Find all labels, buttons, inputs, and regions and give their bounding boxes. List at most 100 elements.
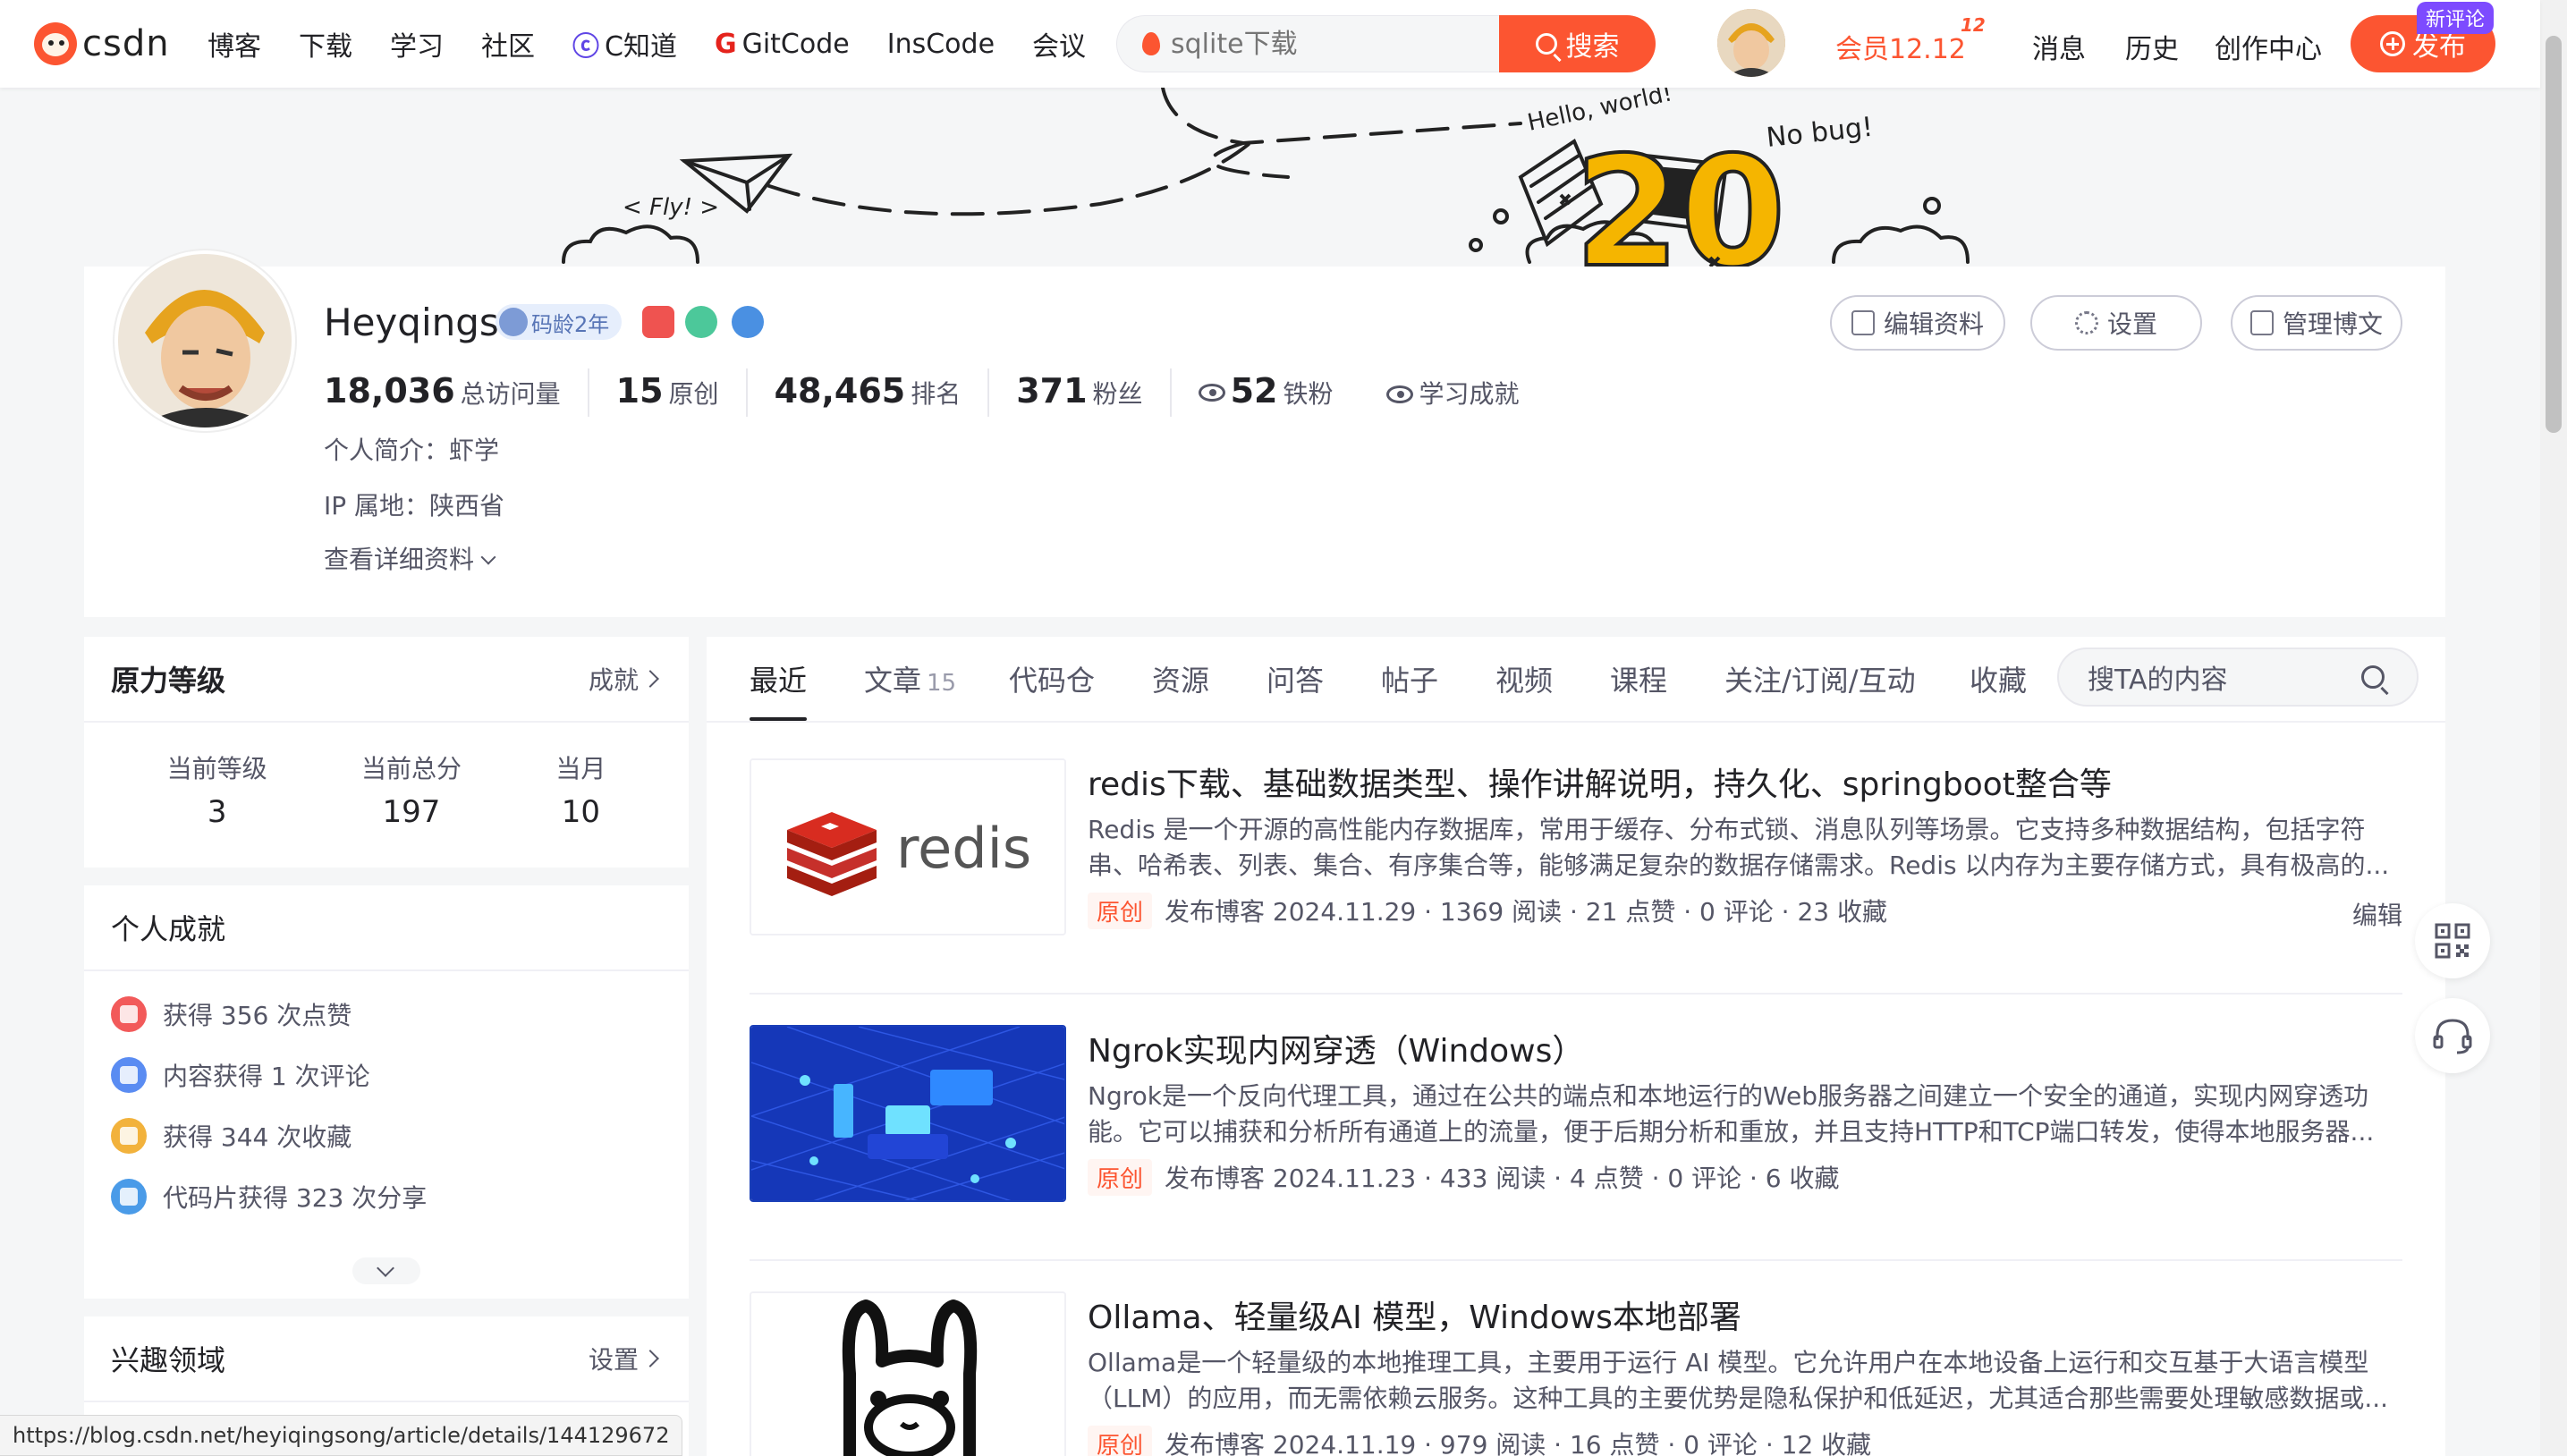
achievements-title: 个人成就 bbox=[111, 912, 226, 946]
user-content-search-placeholder: 搜TA的内容 bbox=[2088, 665, 2228, 696]
hot-flame-icon bbox=[1142, 32, 1160, 55]
article-item[interactable]: Ollama、轻量级AI 模型，Windows本地部署 Ollama是一个轻量级… bbox=[750, 1268, 2402, 1456]
view-details-label: 查看详细资料 bbox=[324, 545, 475, 574]
achievement-shares: 代码片获得 323 次分享 bbox=[163, 1183, 428, 1213]
article-item[interactable]: redis redis下载、基础数据类型、操作讲解说明，持久化、springbo… bbox=[750, 735, 2402, 995]
member-promo[interactable]: 会员12.12 bbox=[1835, 27, 1966, 66]
tab-videos[interactable]: 视频 bbox=[1495, 658, 1553, 699]
tab-favorites[interactable]: 收藏 bbox=[1970, 658, 2027, 699]
tab-code-repo[interactable]: 代码仓 bbox=[1009, 658, 1095, 699]
profile-ip: IP 属地：陕西省 bbox=[324, 491, 505, 521]
nav-link-learn[interactable]: 学习 bbox=[390, 24, 444, 63]
stat-fans[interactable]: 371 粉丝 bbox=[987, 368, 1169, 417]
tab-resources[interactable]: 资源 bbox=[1152, 658, 1209, 699]
qr-code-button[interactable] bbox=[2415, 903, 2490, 978]
stat-original-label: 原创 bbox=[668, 379, 719, 409]
expand-achievements-button[interactable] bbox=[352, 1257, 420, 1284]
comment-badge-icon bbox=[111, 1057, 147, 1093]
learning-achievement-link[interactable]: 学习成就 bbox=[1360, 372, 1546, 417]
history-link[interactable]: 历史 bbox=[2125, 27, 2179, 66]
nav-link-blog[interactable]: 博客 bbox=[208, 24, 261, 63]
article-desc: Ngrok是一个反向代理工具，通过在公共的端点和本地运行的Web服务器之间建立一… bbox=[1088, 1081, 2375, 1147]
article-title[interactable]: Ngrok实现内网穿透（Windows） bbox=[1088, 1025, 1584, 1071]
new-comment-badge[interactable]: 新评论 bbox=[2417, 2, 2495, 34]
search-input[interactable] bbox=[1171, 28, 1457, 60]
article-edit-link[interactable]: 编辑 bbox=[2352, 896, 2402, 932]
level-month-label: 当月 bbox=[555, 754, 606, 783]
stat-visits-label: 总访问量 bbox=[460, 379, 561, 409]
tab-qa[interactable]: 问答 bbox=[1267, 658, 1324, 699]
avatar[interactable] bbox=[1717, 9, 1785, 77]
nav-link-cknow[interactable]: ⓒ C知道 bbox=[572, 24, 677, 63]
customer-service-button[interactable] bbox=[2415, 998, 2490, 1073]
article-title[interactable]: redis下载、基础数据类型、操作讲解说明，持久化、springboot整合等 bbox=[1088, 758, 2112, 805]
stat-visits-num: 18,036 bbox=[324, 371, 455, 411]
article-meta: 原创 发布博客 2024.11.19 · 979 阅读 · 16 点赞 · 0 … bbox=[1088, 1424, 1871, 1456]
csdn-logo-icon bbox=[34, 22, 77, 65]
article-meta-text: 发布博客 2024.11.19 · 979 阅读 · 16 点赞 · 0 评论 … bbox=[1165, 1430, 1872, 1456]
tab-articles-label: 文章 bbox=[864, 664, 922, 698]
stat-fans-label: 粉丝 bbox=[1092, 379, 1143, 409]
level-current: 当前等级 3 bbox=[167, 749, 267, 830]
interests-settings-link[interactable]: 设置 bbox=[589, 1341, 657, 1376]
user-content-search[interactable]: 搜TA的内容 bbox=[2057, 648, 2419, 707]
achievement-item: 获得 356 次点赞 bbox=[84, 984, 689, 1045]
nav-link-gitcode[interactable]: G GitCode bbox=[715, 29, 850, 60]
achievements-card: 个人成就 获得 356 次点赞 内容获得 1 次评论 获得 344 次收藏 代码… bbox=[84, 885, 689, 1299]
like-badge-icon bbox=[111, 996, 147, 1032]
nav-link-download[interactable]: 下载 bbox=[299, 24, 352, 63]
nav-link-inscode[interactable]: InsCode bbox=[887, 29, 995, 60]
manage-posts-label: 管理博文 bbox=[2282, 309, 2383, 339]
banner-20-text: 20 bbox=[1574, 124, 1786, 267]
search-icon bbox=[2361, 665, 2385, 689]
interests-title: 兴趣领域 bbox=[111, 1343, 226, 1377]
achievements-list: 获得 356 次点赞 内容获得 1 次评论 获得 344 次收藏 代码片获得 3… bbox=[84, 971, 689, 1227]
tab-posts[interactable]: 帖子 bbox=[1381, 658, 1438, 699]
messages-link[interactable]: 消息 bbox=[2032, 27, 2086, 66]
achievement-badge-icon[interactable] bbox=[642, 306, 674, 338]
tab-articles[interactable]: 文章 15 bbox=[864, 658, 956, 699]
stat-iron-fans-num: 52 bbox=[1230, 371, 1278, 411]
search-button[interactable]: 搜索 bbox=[1499, 15, 1656, 72]
stat-visits: 18,036 总访问量 bbox=[324, 368, 588, 417]
scrollbar-thumb[interactable] bbox=[2546, 36, 2562, 433]
view-details-link[interactable]: 查看详细资料 bbox=[324, 540, 496, 576]
force-level-title: 原力等级 bbox=[111, 664, 226, 698]
rookie-badge-icon[interactable] bbox=[685, 306, 717, 338]
nav-link-meeting[interactable]: 会议 bbox=[1032, 24, 1086, 63]
stat-fans-num: 371 bbox=[1016, 371, 1088, 411]
csdn-logo[interactable]: csdn bbox=[34, 20, 170, 68]
settings-button[interactable]: 设置 bbox=[2030, 295, 2202, 351]
article-thumbnail-ngrok[interactable] bbox=[750, 1025, 1066, 1202]
honor-badge-icon[interactable] bbox=[732, 306, 764, 338]
gitcode-icon: G bbox=[714, 28, 737, 60]
achievements-header: 个人成就 bbox=[84, 885, 689, 971]
stat-rank-num: 48,465 bbox=[774, 371, 906, 411]
edit-profile-button[interactable]: 编辑资料 bbox=[1830, 295, 2005, 351]
achievement-item: 内容获得 1 次评论 bbox=[84, 1045, 689, 1105]
tab-follow[interactable]: 关注/订阅/互动 bbox=[1724, 658, 1916, 699]
profile-avatar[interactable] bbox=[114, 250, 295, 431]
article-thumbnail-ollama[interactable] bbox=[750, 1291, 1066, 1456]
stat-original[interactable]: 15 原创 bbox=[587, 368, 746, 417]
browser-status-url: https://blog.csdn.net/heyiqingsong/artic… bbox=[0, 1415, 683, 1456]
achievement-likes: 获得 356 次点赞 bbox=[163, 1001, 352, 1030]
creator-center-link[interactable]: 创作中心 bbox=[2215, 27, 2322, 66]
level-current-value: 3 bbox=[207, 794, 227, 830]
original-tag: 原创 bbox=[1088, 1425, 1153, 1456]
force-level-achievements-link[interactable]: 成就 bbox=[589, 661, 657, 697]
logo-text: csdn bbox=[82, 23, 170, 64]
search-icon bbox=[1535, 33, 1557, 55]
article-meta: 原创 发布博客 2024.11.23 · 433 阅读 · 4 点赞 · 0 评… bbox=[1088, 1157, 1840, 1197]
article-title[interactable]: Ollama、轻量级AI 模型，Windows本地部署 bbox=[1088, 1291, 1741, 1338]
tab-recent[interactable]: 最近 bbox=[750, 658, 808, 721]
nav-link-community[interactable]: 社区 bbox=[481, 24, 535, 63]
achievement-favorites: 获得 344 次收藏 bbox=[163, 1122, 352, 1152]
article-desc: Redis 是一个开源的高性能内存数据库，常用于缓存、分布式锁、消息队列等场景。… bbox=[1088, 815, 2390, 880]
code-age-text: 码龄2年 bbox=[531, 311, 610, 337]
stat-iron-fans[interactable]: 52 铁粉 bbox=[1169, 368, 1360, 417]
article-thumbnail-redis[interactable]: redis bbox=[750, 758, 1066, 935]
tab-courses[interactable]: 课程 bbox=[1610, 658, 1667, 699]
manage-posts-button[interactable]: 管理博文 bbox=[2231, 295, 2402, 351]
article-item[interactable]: Ngrok实现内网穿透（Windows） Ngrok是一个反向代理工具，通过在公… bbox=[750, 1002, 2402, 1261]
